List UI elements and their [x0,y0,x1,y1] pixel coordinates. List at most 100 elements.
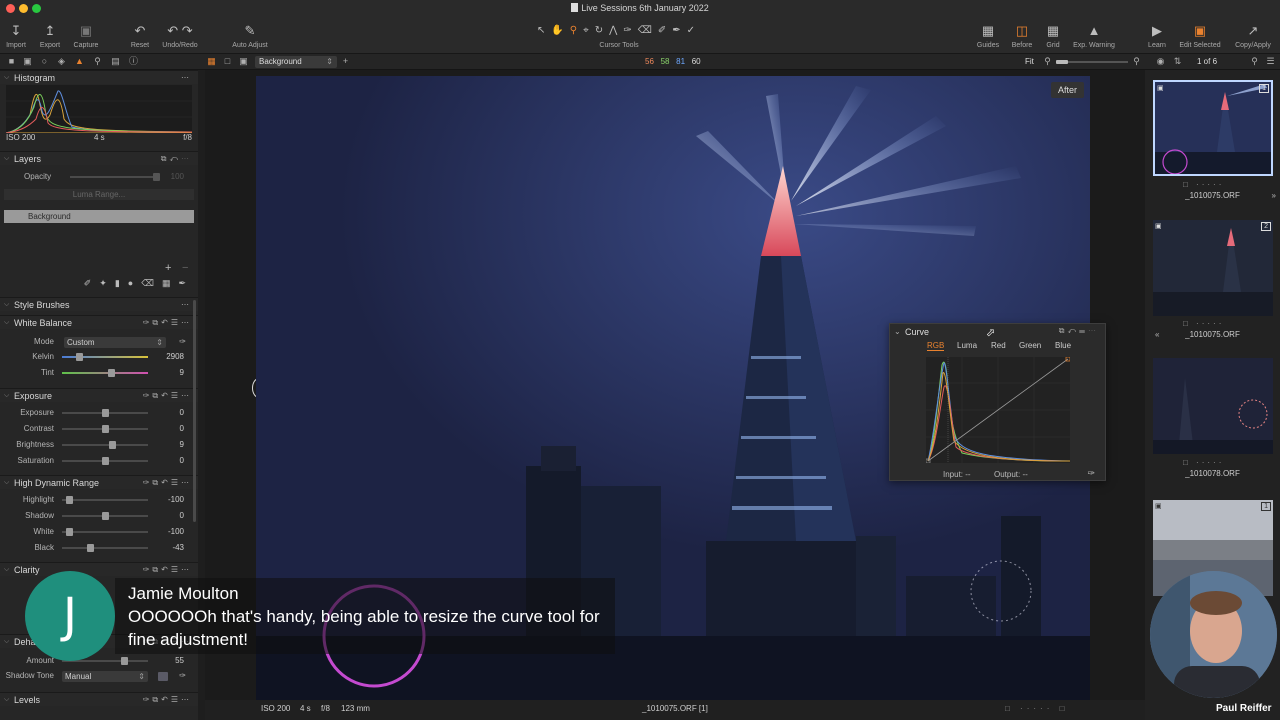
rotate-icon[interactable]: ↻ [595,25,609,36]
section-tools-icons[interactable]: ✑⧉↶☰⋯ [143,563,192,577]
contrast-slider-knob[interactable] [102,425,109,433]
lens-tab-icon[interactable]: ○ [39,56,50,67]
white-balance-header[interactable]: White Balance✑⧉↶☰⋯ [0,315,198,330]
guides-button[interactable]: ▦ Guides [974,18,1002,54]
remove-layer-icon[interactable]: − [182,262,188,274]
capture-button[interactable]: ▣ Capture [70,18,102,54]
brush-icon[interactable]: ✐ [658,25,672,36]
layers-header[interactable]: Layers⧉↶⋯ [0,151,198,166]
auto-adjust-button[interactable]: ✎ Auto Adjust [227,18,273,54]
capture-tab-icon[interactable]: ▣ [22,56,33,67]
layer-tools-icons[interactable]: ⧉↶⋯ [161,152,192,166]
layer-background[interactable]: Background [4,210,194,223]
chevron-right-icon[interactable]: » [1272,191,1276,200]
eyedropper-icon[interactable]: ✑ [179,669,186,683]
brightness-slider[interactable] [62,441,148,449]
zoom-slider[interactable] [1056,60,1128,64]
dehaze-amount-slider-knob[interactable] [120,657,128,665]
brush-icon[interactable]: ✐ [84,278,100,288]
histogram-header[interactable]: Histogram⋯ [0,70,198,85]
curve-tool-window[interactable]: ⌄ Curve ⧉↶☰⋯ RGB Luma Red Green Blue Inp… [889,323,1106,481]
eye-icon[interactable]: ◉ [1155,56,1166,67]
add-layer-icon[interactable]: + [165,262,171,274]
zoom-in-icon[interactable]: ⚲ [1131,56,1142,67]
panel-scrollbar[interactable] [193,300,196,522]
zoom-icon[interactable]: ⚲ [570,25,583,36]
curve-tab-luma[interactable]: Luma [957,341,977,350]
chevron-down-icon[interactable]: ⌄ [894,327,901,336]
eraser-icon[interactable]: ⌫ [638,25,658,36]
magic-brush-icon[interactable]: ✦ [99,278,115,288]
reset-button[interactable]: ↶ Reset [127,18,153,54]
fill-icon[interactable]: ▦ [162,278,179,288]
kelvin-slider-knob[interactable] [76,353,84,361]
section-tools-icons[interactable]: ✑⧉↶☰⋯ [143,476,192,490]
pointer-icon[interactable]: ↖ [537,25,551,36]
eraser-icon[interactable]: ⌫ [141,278,162,288]
rating-stars[interactable]: □ ····· □ [1005,704,1068,713]
clarity-header[interactable]: Clarity✑⧉↶☰⋯ [0,562,198,577]
picker-icon[interactable]: ✑ [623,25,637,36]
zoom-out-icon[interactable]: ⚲ [1042,56,1053,67]
crop-icon[interactable]: ⌖ [583,25,595,36]
thumbnail-1[interactable]: ▣ 1 [1153,80,1273,176]
saturation-slider[interactable] [62,457,148,465]
tint-slider[interactable] [62,369,148,377]
thumbnail-2[interactable]: ▣ 2 [1153,220,1273,316]
pen-icon[interactable]: ✒ [178,278,194,288]
style-brushes-header[interactable]: Style Brushes⋯ [0,297,198,312]
white-slider[interactable] [62,528,148,536]
before-button[interactable]: ◫ Before [1008,18,1036,54]
exp-warning-button[interactable]: ▲ Exp. Warning [1068,18,1120,54]
curve-tab-blue[interactable]: Blue [1055,341,1071,350]
mask-icon[interactable]: ✒ [672,25,686,36]
shadow-slider[interactable] [62,512,148,520]
adjust-tab-icon[interactable]: ▤ [110,56,121,67]
zoom-fit-label[interactable]: Fit [1025,57,1034,66]
copy-apply-button[interactable]: ↗ Copy/Apply [1230,18,1276,54]
sort-icon[interactable]: ⇅ [1172,56,1183,67]
add-layer-icon[interactable]: + [340,56,351,67]
curve-tab-rgb[interactable]: RGB [927,341,945,351]
layer-select[interactable]: Background ⇕ [255,56,337,68]
edit-selected-button[interactable]: ▣ Edit Selected [1174,18,1226,54]
black-slider[interactable] [62,544,148,552]
exposure-tab-icon[interactable]: ▲ [74,56,85,67]
undo-redo-button[interactable]: ↶ ↷ Undo/Redo [158,18,202,54]
more-icon[interactable]: ⋯ [181,298,192,312]
details-tab-icon[interactable]: ⚲ [92,56,103,67]
import-button[interactable]: ↧ Import [3,18,29,54]
hand-icon[interactable]: ✋ [551,25,569,36]
gradient-icon[interactable]: ▮ [115,278,128,288]
shadow-tone-select[interactable]: Manual ⇕ [62,671,148,682]
thumbnail-3[interactable] [1153,358,1273,454]
zoom-slider-knob[interactable] [1056,60,1068,64]
thumbnail-3-rating[interactable]: □ ····· [1183,458,1224,467]
highlight-slider-knob[interactable] [65,496,73,504]
filter-icon[interactable]: ☰ [1265,56,1276,67]
levels-header[interactable]: Levels✑⧉↶☰⋯ [0,692,198,707]
radial-icon[interactable]: ● [128,278,141,288]
section-tools-icons[interactable]: ✑⧉↶☰⋯ [143,389,192,403]
eyedropper-icon[interactable]: ✑ [179,335,186,349]
opacity-slider[interactable] [70,173,161,181]
kelvin-slider[interactable] [62,353,148,361]
tint-slider-knob[interactable] [108,369,116,377]
learn-button[interactable]: ▶ Learn [1143,18,1171,54]
curve-graph[interactable] [926,357,1070,463]
curve-tools-icons[interactable]: ⧉↶☰⋯ [1059,326,1099,336]
white-slider-knob[interactable] [65,528,73,536]
more-icon[interactable]: ⋯ [181,71,192,85]
library-tab-icon[interactable]: ■ [6,56,17,67]
keystone-icon[interactable]: ⋀ [609,25,623,36]
wb-mode-select[interactable]: Custom ⇕ [64,337,166,348]
color-tab-icon[interactable]: ◈ [56,56,67,67]
curve-tab-green[interactable]: Green [1019,341,1041,350]
single-view-icon[interactable]: □ [222,56,233,67]
multi-view-icon[interactable]: ▦ [206,56,217,67]
shadow-tone-swatch[interactable] [158,672,168,681]
pen-icon[interactable]: ✓ [687,25,701,36]
black-slider-knob[interactable] [86,544,94,552]
metadata-tab-icon[interactable]: ⓘ [128,56,139,67]
section-tools-icons[interactable]: ✑⧉↶☰⋯ [143,316,192,330]
